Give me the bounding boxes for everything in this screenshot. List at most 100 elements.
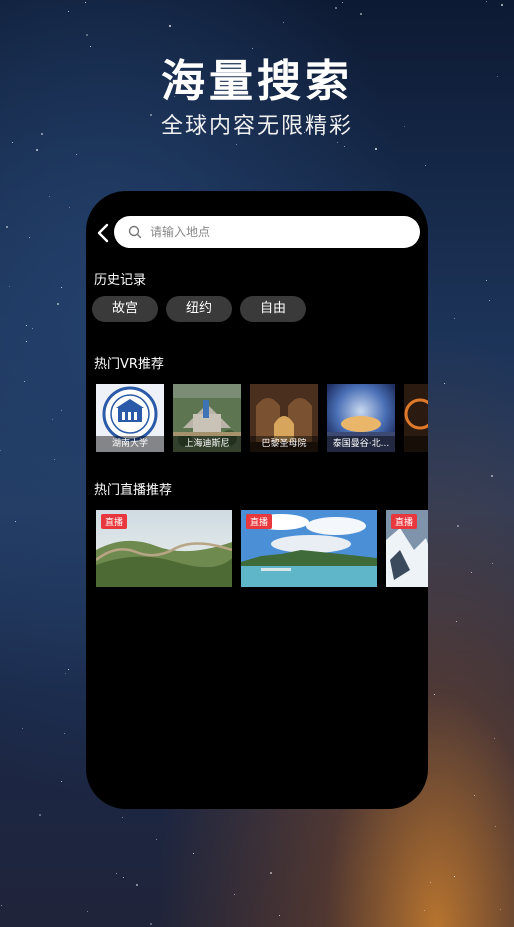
star: [26, 325, 27, 326]
star: [444, 383, 445, 384]
star: [234, 894, 235, 895]
star: [279, 915, 280, 916]
star: [434, 694, 435, 695]
star: [456, 621, 457, 622]
star: [156, 839, 157, 840]
star: [61, 410, 62, 411]
star: [29, 237, 30, 238]
star: [486, 280, 487, 281]
live-card[interactable]: 直播: [386, 510, 428, 587]
star: [337, 142, 338, 143]
star: [492, 563, 493, 564]
history-chip[interactable]: 故宫: [92, 296, 159, 322]
star: [123, 877, 124, 878]
star: [122, 817, 123, 818]
vr-section-title: 热门VR推荐: [94, 357, 164, 372]
star: [136, 884, 138, 886]
vr-card-label: 上海迪斯尼: [173, 436, 241, 452]
star: [24, 381, 25, 382]
star: [501, 4, 503, 6]
star: [486, 1, 487, 2]
phone-mockup: 历史记录 故宫 纽约 自由 热门VR推荐 湖南大学: [86, 191, 428, 809]
star: [9, 286, 10, 287]
star: [193, 853, 194, 854]
history-title: 历史记录: [94, 273, 147, 288]
star: [494, 738, 495, 739]
vr-card-label: 佩: [404, 436, 428, 452]
star: [22, 728, 23, 729]
star: [61, 781, 62, 782]
live-card[interactable]: 直播: [96, 510, 232, 587]
vr-carousel[interactable]: 湖南大学 上海迪斯尼 巴黎圣母院 泰国曼谷·北...: [96, 384, 428, 452]
star: [344, 146, 345, 147]
star: [495, 826, 496, 827]
back-arrow-icon[interactable]: [92, 221, 116, 245]
vr-card-label: 湖南大学: [96, 436, 164, 452]
star: [15, 521, 16, 522]
live-card[interactable]: 直播: [241, 510, 377, 587]
star: [32, 328, 33, 329]
star: [471, 572, 472, 573]
star: [169, 25, 171, 27]
star: [283, 22, 284, 23]
star: [54, 459, 55, 460]
star: [360, 13, 362, 15]
star: [68, 669, 69, 670]
star: [489, 300, 490, 301]
star: [425, 165, 426, 166]
star: [454, 876, 455, 877]
star: [457, 525, 459, 527]
live-section-title: 热门直播推荐: [94, 483, 173, 498]
star: [0, 450, 1, 451]
star: [86, 34, 88, 36]
star: [375, 148, 377, 150]
star: [500, 909, 501, 910]
star: [76, 154, 77, 155]
vr-card-label: 巴黎圣母院: [250, 436, 318, 452]
star: [150, 923, 152, 925]
star: [342, 2, 343, 3]
star: [69, 207, 70, 208]
star: [116, 873, 117, 874]
star: [236, 144, 237, 145]
vr-card-label: 泰国曼谷·北...: [327, 436, 395, 452]
search-icon: [128, 225, 142, 239]
star: [39, 814, 41, 816]
live-carousel[interactable]: 直播 直播 直播: [96, 510, 428, 587]
live-badge: 直播: [101, 514, 128, 529]
page-subline: 全球内容无限精彩: [160, 114, 353, 139]
star: [6, 226, 8, 228]
star: [61, 287, 62, 288]
star: [12, 142, 13, 143]
star: [49, 196, 50, 197]
star: [68, 11, 69, 12]
star: [1, 905, 2, 906]
star: [57, 303, 59, 305]
star: [85, 2, 86, 3]
search-input[interactable]: [148, 224, 392, 240]
star: [52, 419, 53, 420]
vr-card[interactable]: 巴黎圣母院: [250, 384, 318, 452]
history-chip[interactable]: 纽约: [166, 296, 233, 322]
star: [424, 910, 425, 911]
star: [454, 318, 455, 319]
page-headline: 海量搜索: [161, 56, 353, 107]
star: [474, 795, 475, 796]
live-badge: 直播: [246, 514, 273, 529]
star: [430, 882, 431, 883]
history-chip[interactable]: 自由: [240, 296, 307, 322]
star: [26, 341, 27, 342]
history-chips: 故宫 纽约 自由: [92, 296, 307, 322]
star: [36, 149, 38, 151]
star: [491, 475, 493, 477]
search-bar[interactable]: [114, 216, 420, 248]
vr-card[interactable]: 上海迪斯尼: [173, 384, 241, 452]
star: [270, 872, 272, 874]
vr-card[interactable]: 佩: [404, 384, 428, 452]
live-badge: 直播: [391, 514, 418, 529]
star: [335, 7, 337, 9]
star: [87, 911, 88, 912]
vr-card[interactable]: 泰国曼谷·北...: [327, 384, 395, 452]
vr-card[interactable]: 湖南大学: [96, 384, 164, 452]
star: [64, 733, 65, 734]
